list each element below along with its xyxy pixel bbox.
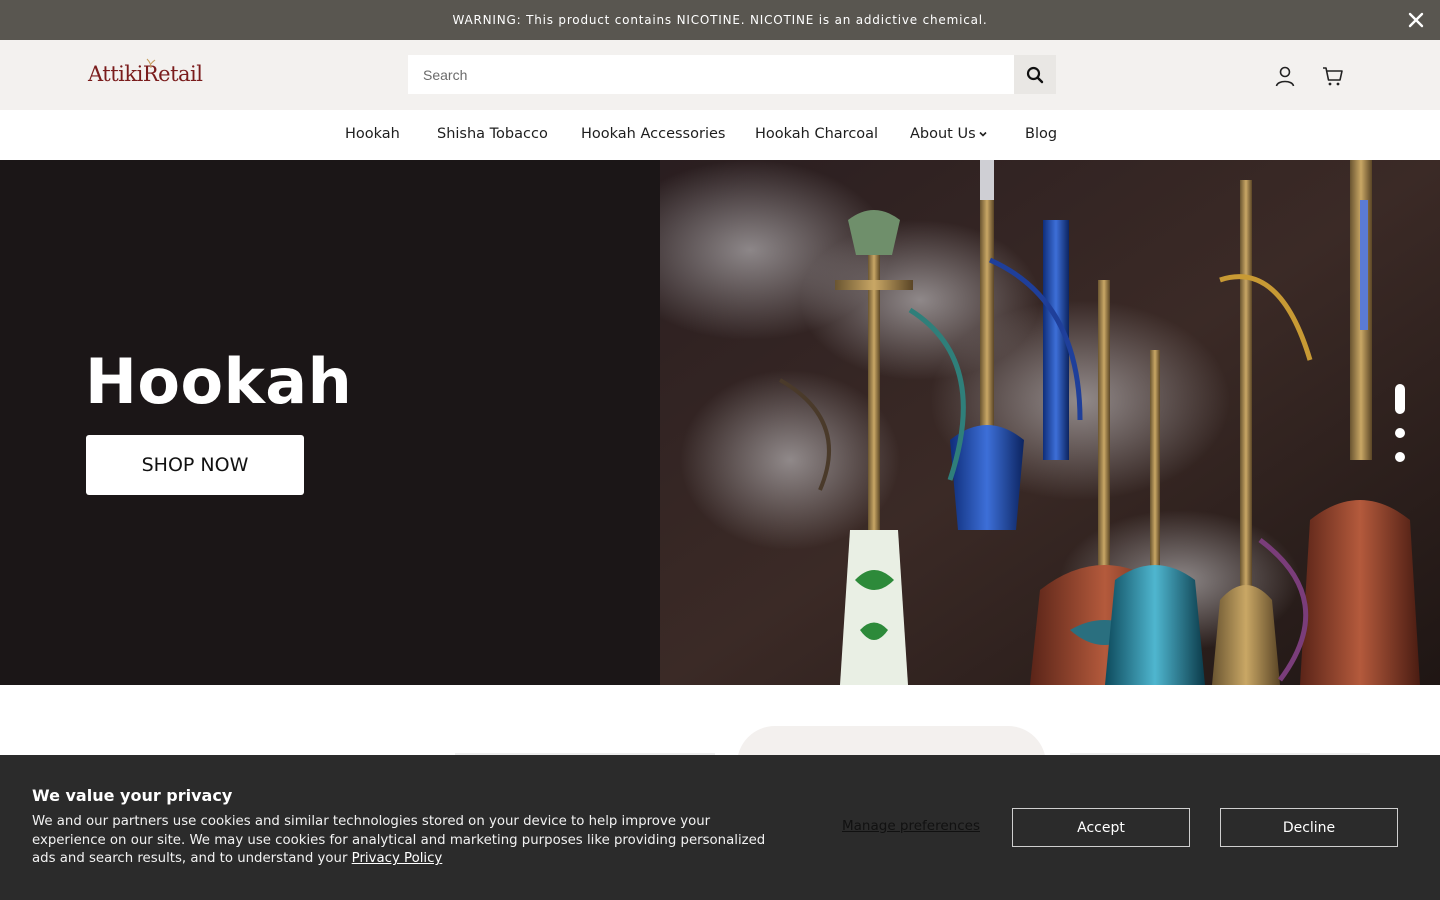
slide-dot[interactable] [1395,428,1405,438]
logo[interactable]: AttikiRetail [88,58,203,86]
slide-dot[interactable] [1395,452,1405,462]
account-icon[interactable] [1273,64,1297,88]
nicotine-warning-bar: WARNING: This product contains NICOTINE.… [0,0,1440,40]
privacy-policy-link[interactable]: Privacy Policy [352,851,443,866]
accept-button[interactable]: Accept [1012,808,1190,847]
warning-text: WARNING: This product contains NICOTINE.… [452,13,988,27]
slide-indicator [1394,384,1406,464]
close-icon[interactable] [1406,10,1426,30]
nav-item-about-us[interactable]: About Us [910,126,988,142]
search-icon [1026,66,1044,83]
manage-preferences-link[interactable]: Manage preferences [842,818,980,834]
search-input[interactable] [408,55,1014,94]
cookie-description: We and our partners use cookies and simi… [32,813,772,869]
cookie-consent-banner: We value your privacy We and our partner… [0,755,1440,900]
nav-item-hookah-charcoal[interactable]: Hookah Charcoal [755,126,878,142]
cart-icon[interactable] [1321,64,1345,88]
shop-now-button[interactable]: SHOP NOW [86,435,304,495]
nav-item-hookah[interactable]: Hookah [345,126,400,142]
search-bar [408,55,1056,94]
chevron-down-icon [979,131,987,137]
decline-button[interactable]: Decline [1220,808,1398,847]
search-button[interactable] [1014,55,1056,94]
slide-dot-active[interactable] [1395,384,1405,414]
cookie-title: We value your privacy [32,786,233,805]
main-nav: Hookah Shisha Tobacco Hookah Accessories… [0,110,1440,160]
nav-item-shisha-tobacco[interactable]: Shisha Tobacco [437,126,548,142]
nav-item-hookah-accessories[interactable]: Hookah Accessories [581,126,725,142]
nav-item-about-us-label: About Us [910,126,976,142]
hookah-product-image [660,160,1440,685]
logo-sprig-icon [146,58,156,68]
site-header: AttikiRetail [0,40,1440,110]
hero-banner: Hookah SHOP NOW [0,160,1440,685]
nav-item-blog[interactable]: Blog [1025,126,1057,142]
hero-title: Hookah [85,345,353,418]
